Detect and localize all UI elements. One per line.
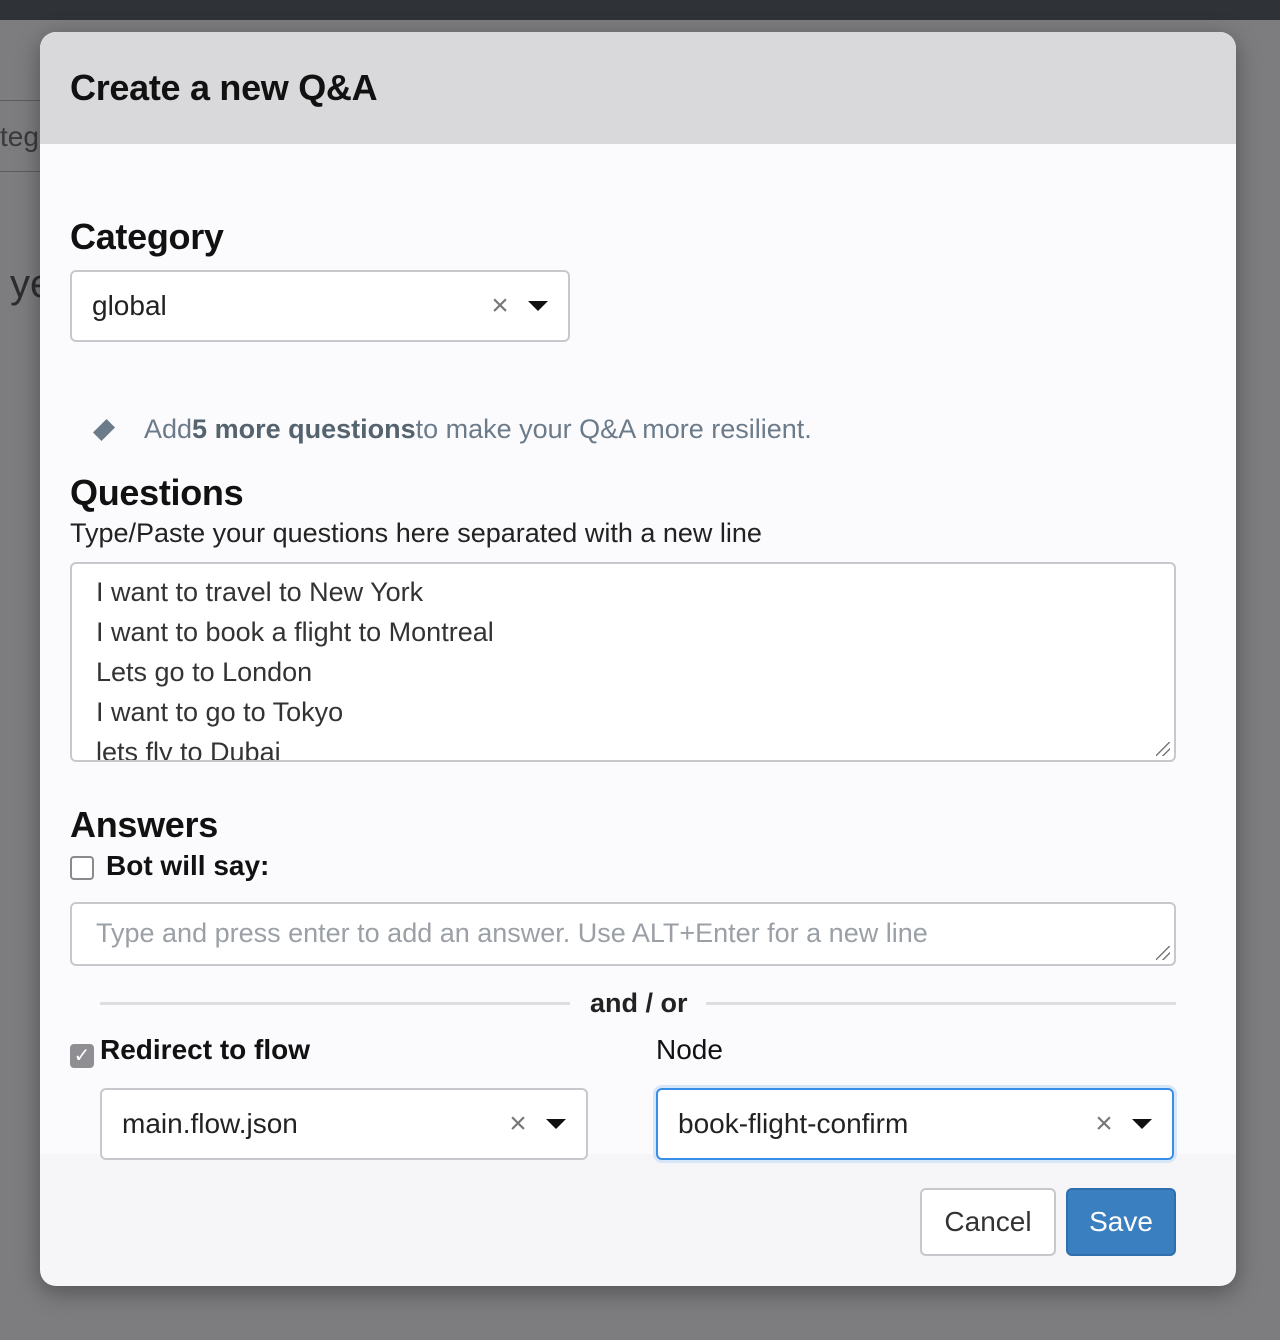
chevron-down-icon[interactable]	[528, 301, 548, 311]
modal-header: Create a new Q&A	[40, 32, 1236, 144]
category-select[interactable]: global ×	[70, 270, 570, 342]
checkmark-icon: ✓	[73, 1045, 91, 1067]
question-line: I want to go to Tokyo	[96, 697, 344, 727]
node-value: book-flight-confirm	[678, 1108, 909, 1139]
answers-label: Answers	[70, 804, 218, 845]
hint-highlight: 5 more questions	[192, 414, 416, 444]
hint-prefix: Add	[144, 414, 193, 444]
redirect-label: Redirect to flow	[100, 1034, 311, 1065]
diamond-icon	[92, 418, 116, 441]
close-icon[interactable]: ×	[480, 289, 520, 323]
divider-right	[706, 1002, 1176, 1005]
close-icon[interactable]: ×	[1084, 1107, 1124, 1141]
resize-handle-icon[interactable]	[1156, 742, 1170, 756]
chevron-down-icon[interactable]	[1132, 1119, 1152, 1129]
bot-will-say-checkbox[interactable]	[70, 856, 94, 880]
chevron-down-icon[interactable]	[546, 1119, 566, 1129]
bot-will-say-label: Bot will say:	[106, 850, 270, 881]
background-input-text: teg	[0, 121, 39, 152]
redirect-checkbox[interactable]: ✓	[70, 1044, 94, 1068]
questions-textarea[interactable]: I want to travel to New York I want to b…	[70, 562, 1176, 762]
app-topbar	[0, 0, 1280, 20]
flow-value: main.flow.json	[122, 1108, 298, 1139]
answer-placeholder: Type and press enter to add an answer. U…	[96, 918, 928, 948]
questions-label: Questions	[70, 472, 244, 513]
questions-lines: I want to travel to New York I want to b…	[72, 564, 1174, 762]
question-line: I want to travel to New York	[96, 577, 424, 607]
divider-text: and / or	[590, 988, 688, 1018]
hint-suffix: to make your Q&A more resilient.	[415, 414, 812, 444]
cancel-button[interactable]: Cancel	[920, 1188, 1056, 1256]
flow-select[interactable]: main.flow.json ×	[100, 1088, 588, 1160]
question-line: lets fly to Dubai	[96, 737, 281, 762]
questions-hint: Add 5 more questions to make your Q&A mo…	[92, 414, 812, 445]
question-line: Lets go to London	[96, 657, 313, 687]
node-label: Node	[656, 1034, 723, 1065]
modal-body: Category global × Add 5 more questions t…	[40, 144, 1236, 1160]
answer-input[interactable]: Type and press enter to add an answer. U…	[70, 902, 1176, 966]
divider-left	[100, 1002, 570, 1005]
category-value: global	[92, 290, 167, 321]
close-icon[interactable]: ×	[498, 1107, 538, 1141]
question-line: I want to book a flight to Montreal	[96, 617, 494, 647]
resize-handle-icon[interactable]	[1156, 946, 1170, 960]
category-label: Category	[70, 216, 224, 257]
create-qna-modal: Create a new Q&A Category global × Add 5…	[40, 32, 1236, 1286]
questions-subtext: Type/Paste your questions here separated…	[70, 518, 762, 548]
modal-title: Create a new Q&A	[70, 67, 378, 108]
node-select[interactable]: book-flight-confirm ×	[656, 1088, 1174, 1160]
save-button[interactable]: Save	[1066, 1188, 1176, 1256]
